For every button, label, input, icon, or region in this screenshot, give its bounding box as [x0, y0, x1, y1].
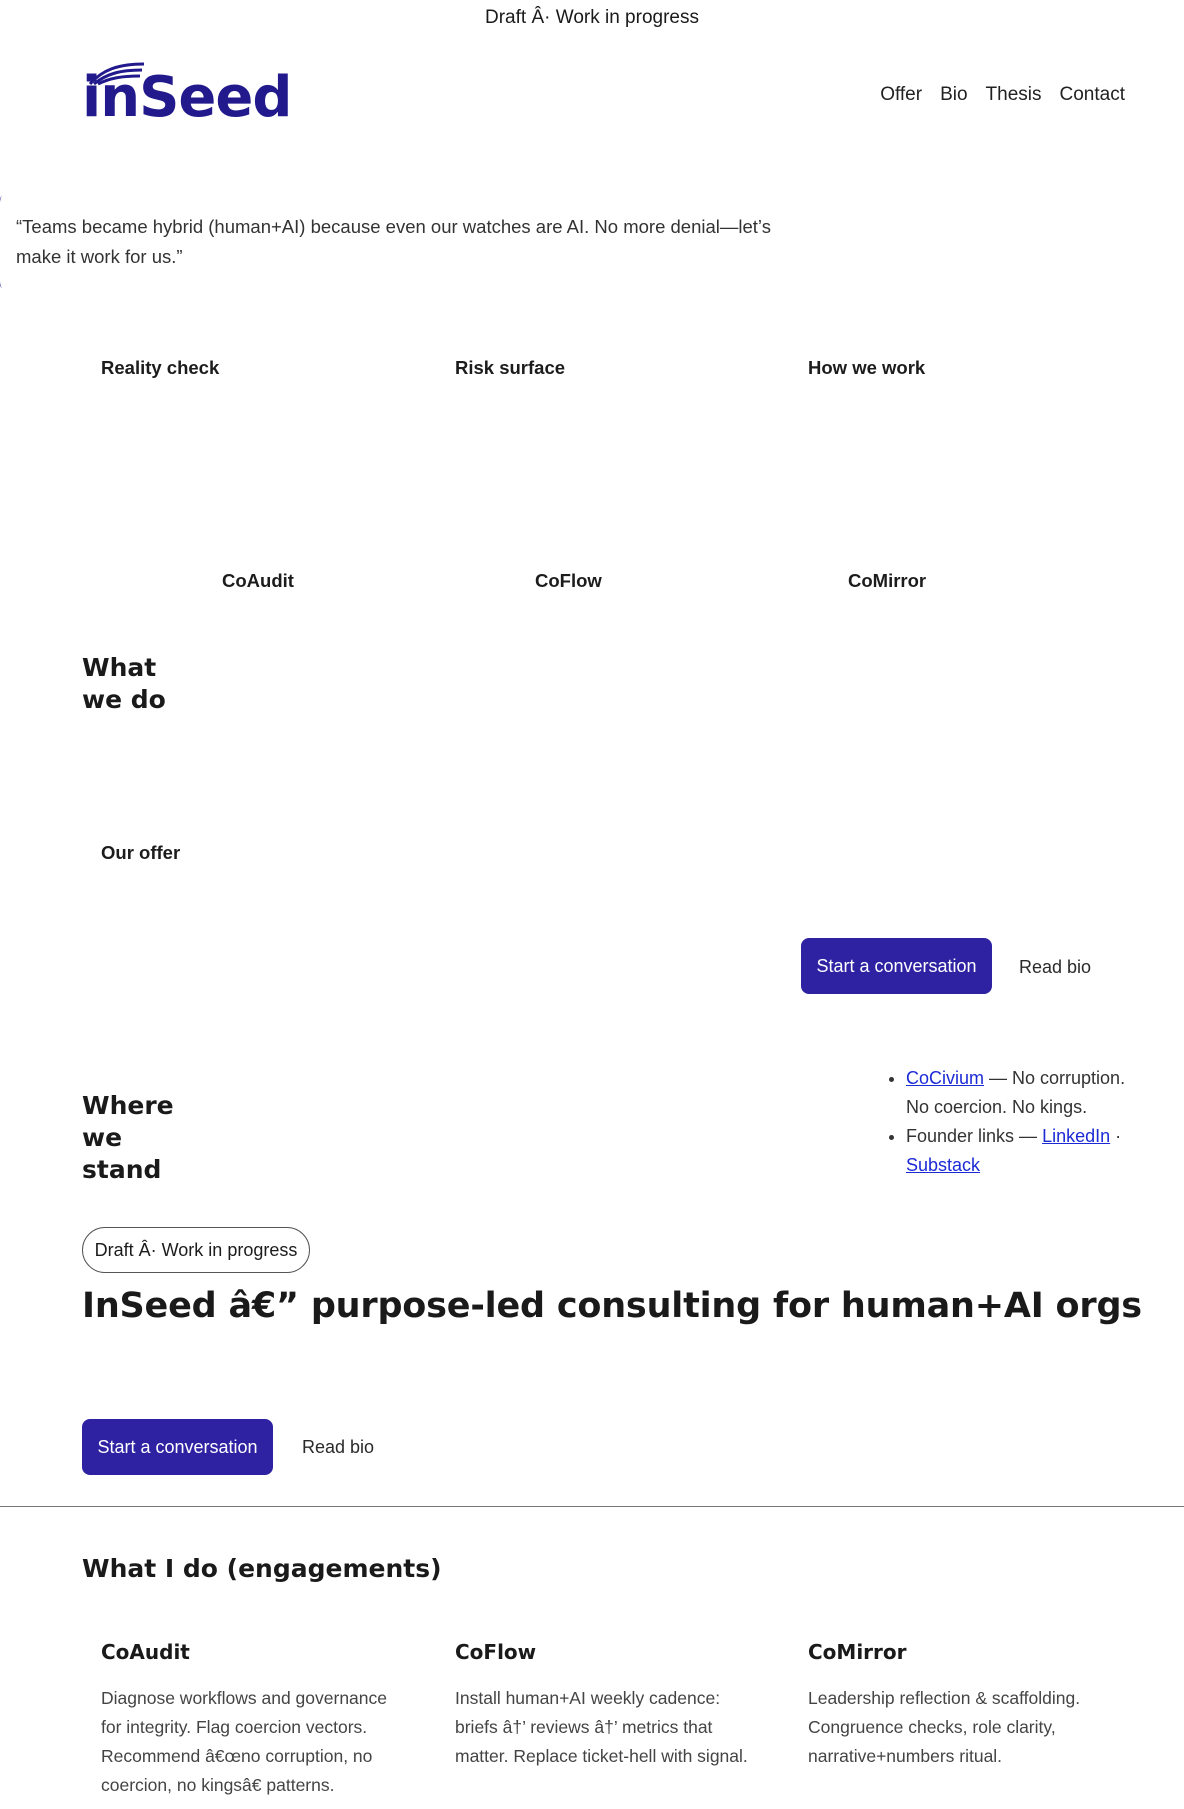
product-title-comirror: CoMirror — [848, 570, 927, 591]
section-heading-where-we-stand: Where we stand — [82, 1091, 174, 1184]
card-title-how-we-work: How we work — [808, 357, 926, 378]
draft-banner: Draft Â· Work in progress — [485, 7, 699, 28]
link-separator: · — [1110, 1126, 1122, 1146]
product-title-coflow: CoFlow — [535, 570, 602, 591]
cocivium-link[interactable]: CoCivium — [906, 1068, 984, 1088]
quote-bracket — [0, 196, 8, 288]
section-divider — [0, 1506, 1184, 1507]
product-title-coaudit: CoAudit — [222, 570, 294, 591]
section-heading-what-we-do: What we do — [82, 653, 166, 714]
engagement-title: CoMirror — [808, 1640, 907, 1664]
hero-quote: “Teams became hybrid (human+AI) because … — [16, 216, 771, 267]
engagements-heading: What I do (engagements) — [82, 1554, 442, 1583]
list-item: CoCivium — No corruption. No coercion. N… — [906, 1064, 1128, 1122]
engagement-card-coaudit: CoAudit Diagnose workflows and governanc… — [101, 1640, 401, 1800]
offer-title: Our offer — [101, 842, 181, 863]
engagement-title: CoFlow — [455, 1640, 537, 1664]
linkedin-link[interactable]: LinkedIn — [1042, 1126, 1110, 1146]
read-bio-link[interactable]: Read bio — [1019, 957, 1091, 978]
card-title-reality-check: Reality check — [101, 357, 220, 378]
hero-start-conversation-button[interactable]: Start a conversation — [82, 1419, 273, 1475]
main-nav: Offer Bio Thesis Contact — [880, 84, 1125, 106]
list-item: Founder links — LinkedIn · Substack — [906, 1122, 1128, 1180]
draft-badge: Draft Â· Work in progress — [82, 1227, 310, 1273]
start-conversation-button[interactable]: Start a conversation — [801, 938, 992, 994]
substack-link[interactable]: Substack — [906, 1155, 980, 1175]
engagement-title: CoAudit — [101, 1640, 190, 1664]
card-title-risk-surface: Risk surface — [455, 357, 566, 378]
hero-read-bio-link[interactable]: Read bio — [302, 1437, 374, 1458]
page-title: InSeed â€” purpose-led consulting for hu… — [82, 1286, 1142, 1326]
nav-thesis[interactable]: Thesis — [986, 84, 1042, 106]
engagement-card-comirror: CoMirror Leadership reflection & scaffol… — [808, 1640, 1108, 1771]
engagement-body: Diagnose workflows and governance for in… — [101, 1688, 387, 1795]
engagement-body: Leadership reflection & scaffolding. Con… — [808, 1688, 1081, 1766]
founder-links-label: Founder links — — [906, 1126, 1043, 1146]
engagement-body: Install human+AI weekly cadence: briefs … — [455, 1688, 748, 1766]
nav-contact[interactable]: Contact — [1060, 84, 1125, 106]
stance-links: CoCivium — No corruption. No coercion. N… — [888, 1064, 1128, 1180]
nav-bio[interactable]: Bio — [940, 84, 967, 106]
logo-wordmark: inSeed — [82, 65, 292, 130]
engagement-card-coflow: CoFlow Install human+AI weekly cadence: … — [455, 1640, 755, 1771]
nav-offer[interactable]: Offer — [880, 84, 922, 106]
inseed-logo[interactable]: inSeed — [82, 62, 292, 130]
